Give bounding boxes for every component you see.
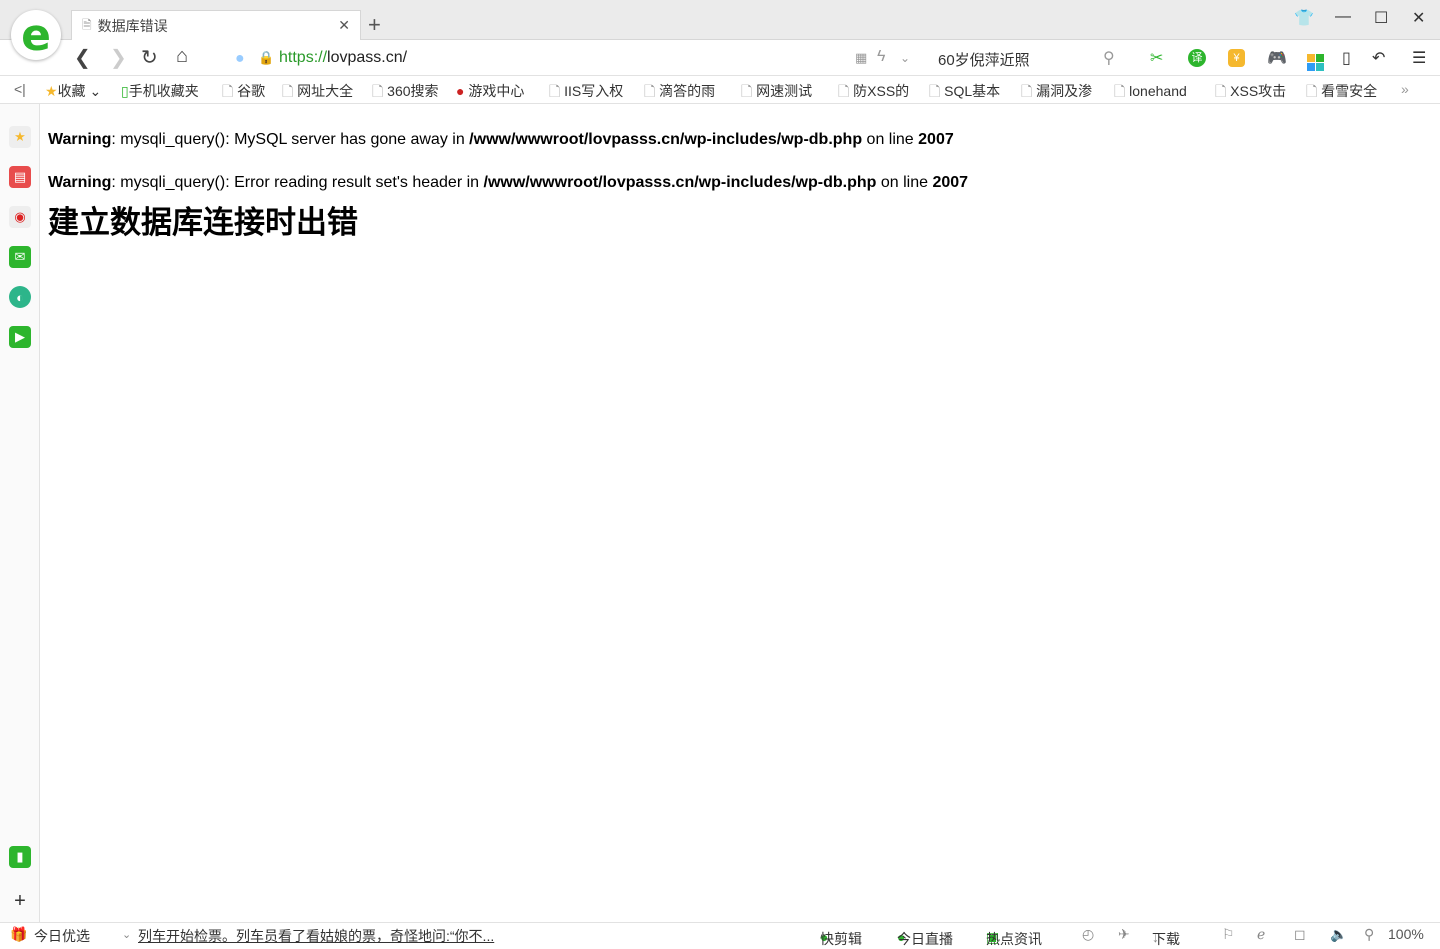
tab-title: 数据库错误 (97, 18, 168, 34)
lock-icon: 🔒 (258, 50, 275, 65)
reload-button[interactable]: ↻ (141, 45, 158, 70)
maximize-button[interactable]: ☐ (1374, 8, 1388, 28)
qr-icon[interactable]: ▦ (855, 50, 867, 66)
bookmark-item[interactable]: 🗋 谷歌 (222, 81, 265, 105)
bookmark-item[interactable]: 🗋 漏洞及渗 (1021, 81, 1092, 105)
chevron-down-icon[interactable]: ⌄ (122, 928, 131, 941)
news-ticker-link[interactable]: 列车开始检票。列车员看了看姑娘的票，奇怪地问:“你不... (138, 926, 494, 946)
home-button[interactable]: ⌂ (176, 45, 188, 68)
address-input[interactable]: https://lovpass.cn/ (279, 49, 407, 67)
mail-icon[interactable]: ✉ (9, 246, 31, 268)
clipboard-icon[interactable]: ▮ (9, 846, 31, 868)
phone-icon[interactable]: ▯ (1342, 48, 1351, 68)
bookmark-item[interactable]: 🗋 SQL基本 (929, 81, 1000, 105)
lightning-icon[interactable]: ϟ (877, 48, 885, 66)
menu-icon[interactable]: ☰ (1412, 48, 1426, 68)
star-icon: ★ (45, 83, 58, 99)
news-icon[interactable]: ▤ (9, 166, 31, 188)
flag-icon[interactable]: ⚐ (1222, 926, 1235, 943)
scissors-icon[interactable]: ✂ (1150, 48, 1163, 68)
page-heading: 建立数据库连接时出错 (48, 205, 358, 241)
speed-icon[interactable]: ◴ (1082, 926, 1094, 943)
browser-logo[interactable]: e (11, 10, 61, 61)
pin-icon[interactable]: ✈ (1118, 926, 1130, 943)
translate-icon[interactable]: 译 (1188, 49, 1206, 67)
volume-icon[interactable]: 🔈 (1330, 926, 1347, 943)
zoom-level[interactable]: 100% (1388, 926, 1424, 942)
today-picks[interactable]: 今日优选 (34, 926, 90, 946)
page-content: Warning: mysqli_query(): MySQL server ha… (48, 130, 969, 241)
search-icon[interactable]: ⚲ (1103, 48, 1115, 68)
bookmark-favorites[interactable]: ★收藏 ⌄ (45, 81, 101, 101)
favorites-icon[interactable]: ★ (9, 126, 31, 148)
back-button[interactable]: ❮ (74, 45, 91, 70)
bookmark-item[interactable]: 🗋 防XSS的 (838, 81, 909, 105)
game-center-icon: ● (456, 83, 465, 99)
game-icon[interactable]: 🎮 (1267, 48, 1287, 68)
bookmark-item[interactable]: 🗋 lonehand (1114, 81, 1187, 105)
window-icon[interactable]: ◻ (1294, 926, 1306, 943)
more-bookmarks-icon[interactable]: » (1401, 81, 1409, 97)
warning-message: Warning: mysqli_query(): MySQL server ha… (48, 131, 954, 148)
forward-button[interactable]: ❯ (110, 45, 127, 70)
bookmarks-bar: <| ★收藏 ⌄ ▯手机收藏夹 🗋 谷歌 🗋 网址大全 🗋 360搜索 ● 游戏… (0, 77, 1440, 104)
close-tab-icon[interactable]: ✕ (338, 17, 350, 34)
sidebar: ★ ▤ ◉ ✉ ◐ ▶ ▮ + (0, 104, 40, 922)
bookmark-item[interactable]: 🗋 网址大全 (282, 81, 353, 105)
tab-active[interactable]: 🗎 数据库错误 ✕ (71, 10, 361, 41)
status-bar: 🎁 今日优选 ⌄ 列车开始检票。列车员看了看姑娘的票，奇怪地问:“你不... ●… (0, 922, 1440, 947)
tv-icon[interactable]: ▶ (9, 326, 31, 348)
security-icon: ● (235, 50, 245, 67)
nav-bar: ❮ ❯ ↻ ⌂ ● 🔒 https://lovpass.cn/ ▦ ϟ ⌄ 60… (0, 40, 1440, 76)
bookmark-item[interactable]: 🗋 网速测试 (741, 81, 812, 105)
collapse-sidebar-icon[interactable]: <| (14, 81, 26, 97)
bookmark-item[interactable]: ● 游戏中心 (456, 81, 524, 101)
warning-message: Warning: mysqli_query(): Error reading r… (48, 174, 969, 191)
bookmark-item[interactable]: 🗋 滴答的雨 (644, 81, 715, 105)
page-icon: 🗎 (82, 17, 92, 32)
wallet-icon[interactable]: ¥ (1228, 49, 1245, 67)
search-input[interactable]: 60岁倪萍近照 (938, 49, 1030, 70)
chevron-down-icon[interactable]: ⌄ (900, 51, 910, 65)
add-icon[interactable]: + (9, 890, 31, 912)
bookmark-item[interactable]: 🗋 IIS写入权 (549, 81, 623, 105)
bookmark-item[interactable]: 🗋 看雪安全 (1306, 81, 1377, 105)
gift-icon: 🎁 (10, 926, 28, 942)
planet-icon[interactable]: ◐ (9, 286, 31, 308)
apps-icon[interactable] (1307, 49, 1324, 71)
title-bar: 🗎 数据库错误 ✕ + 👕 — ☐ ✕ (0, 0, 1440, 41)
bookmark-item[interactable]: 🗋 360搜索 (372, 81, 439, 105)
close-window-button[interactable]: ✕ (1412, 8, 1425, 28)
zoom-icon[interactable]: ⚲ (1364, 926, 1374, 943)
weibo-icon[interactable]: ◉ (9, 206, 31, 228)
skin-icon[interactable]: 👕 (1294, 8, 1314, 28)
bookmark-item[interactable]: 🗋 XSS攻击 (1215, 81, 1286, 105)
new-tab-button[interactable]: + (368, 12, 381, 38)
bookmark-mobile[interactable]: ▯手机收藏夹 (121, 81, 199, 101)
undo-icon[interactable]: ↶ (1372, 48, 1385, 68)
ie-icon[interactable]: ℯ (1257, 926, 1265, 943)
minimize-button[interactable]: — (1335, 8, 1351, 26)
